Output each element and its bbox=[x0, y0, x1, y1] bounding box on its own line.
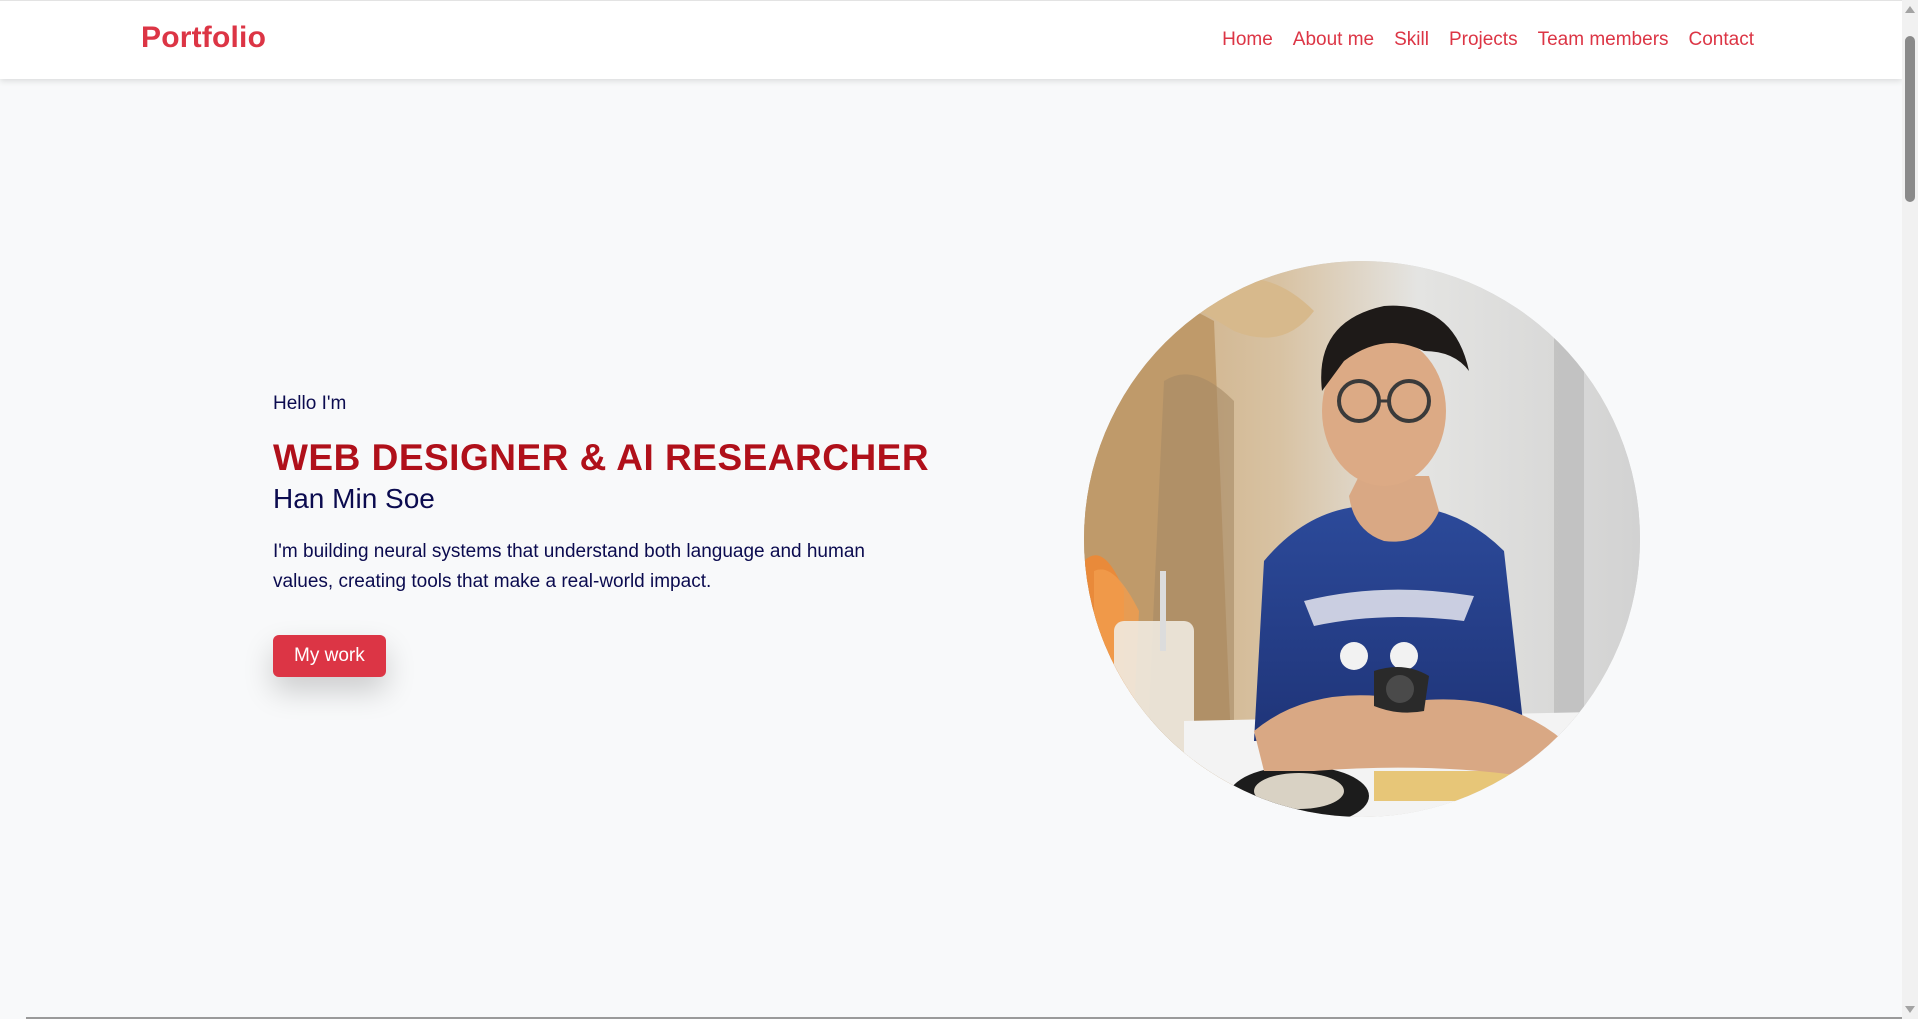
nav-link-contact[interactable]: Contact bbox=[1689, 29, 1754, 50]
scroll-up-arrow-icon[interactable] bbox=[1905, 6, 1915, 13]
nav-item-skill: Skill bbox=[1394, 29, 1429, 51]
nav-item-about: About me bbox=[1293, 29, 1374, 51]
nav-link-skill[interactable]: Skill bbox=[1394, 29, 1429, 50]
nav-item-projects: Projects bbox=[1449, 29, 1518, 51]
nav-links: Home About me Skill Projects Team member… bbox=[1222, 29, 1754, 51]
nav-item-team: Team members bbox=[1538, 29, 1669, 51]
nav-link-home[interactable]: Home bbox=[1222, 29, 1273, 50]
hero-description: I'm building neural systems that underst… bbox=[273, 541, 865, 592]
nav-item-home: Home bbox=[1222, 29, 1273, 51]
scroll-down-arrow-icon[interactable] bbox=[1905, 1006, 1915, 1013]
brand-logo[interactable]: Portfolio bbox=[141, 21, 266, 55]
hero-role-title: WEB DESIGNER & AI RESEARCHER bbox=[273, 437, 930, 478]
nav-item-contact: Contact bbox=[1689, 29, 1754, 51]
hero-greeting: Hello I'm bbox=[273, 393, 347, 414]
profile-photo-illustration bbox=[1084, 261, 1640, 817]
nav-link-projects[interactable]: Projects bbox=[1449, 29, 1518, 50]
nav-link-about[interactable]: About me bbox=[1293, 29, 1374, 50]
navbar: Portfolio Home About me Skill Projects T… bbox=[0, 0, 1902, 79]
nav-link-team-members[interactable]: Team members bbox=[1538, 29, 1669, 50]
my-work-button[interactable]: My work bbox=[273, 635, 386, 677]
hero-text: Hello I'm WEB DESIGNER & AI RESEARCHER H… bbox=[273, 393, 933, 677]
profile-photo bbox=[1084, 261, 1640, 817]
vertical-scrollbar[interactable] bbox=[1902, 0, 1918, 1019]
scrollbar-thumb[interactable] bbox=[1905, 36, 1915, 202]
hero-name: Han Min Soe bbox=[273, 483, 435, 514]
